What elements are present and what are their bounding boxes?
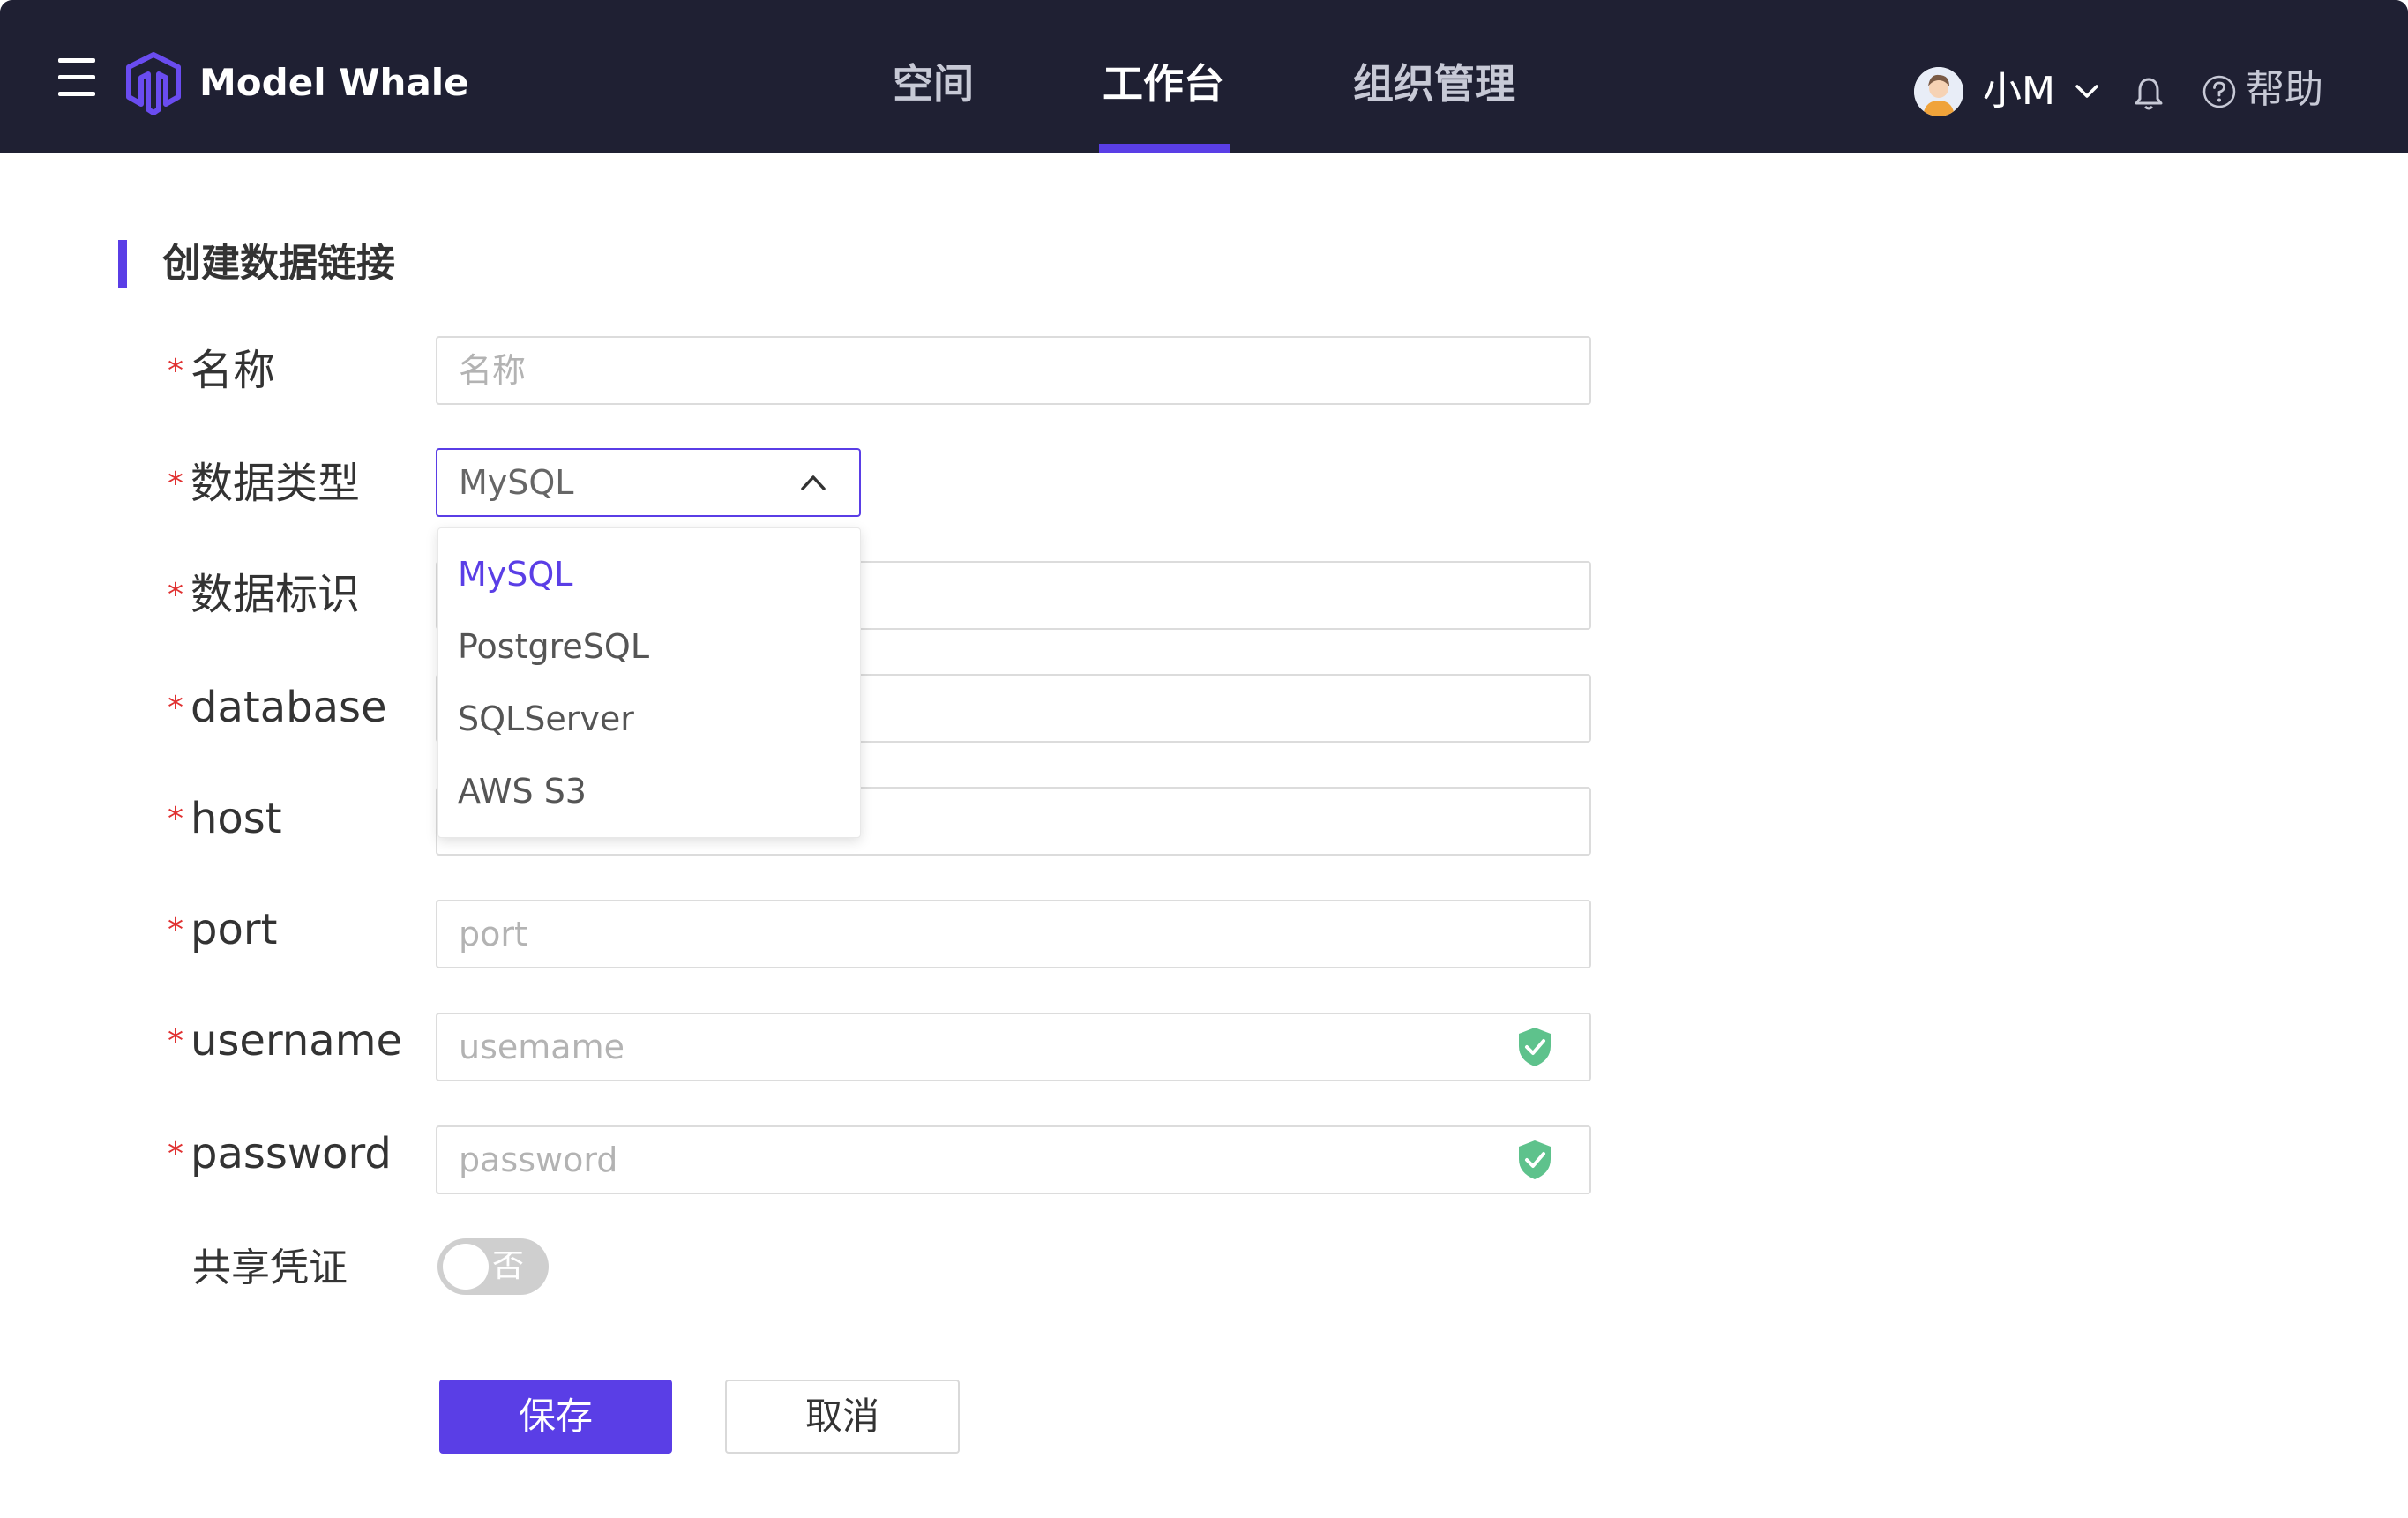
- chevron-down-icon[interactable]: [2075, 83, 2099, 101]
- chevron-up-icon[interactable]: [799, 473, 827, 492]
- page-title: 创建数据链接: [162, 241, 395, 286]
- required-mark: *: [168, 1023, 183, 1059]
- required-mark: *: [168, 690, 183, 726]
- data-identifier-label: * 数据标识: [168, 570, 361, 619]
- tab-space[interactable]: 空间: [893, 53, 974, 115]
- required-mark: *: [168, 801, 183, 837]
- port-label: * port: [168, 905, 278, 954]
- shield-check-icon: [1519, 1140, 1551, 1179]
- dropdown-option-mysql[interactable]: MySQL: [458, 548, 572, 601]
- help-link[interactable]: 帮助: [2246, 64, 2323, 116]
- required-mark: *: [168, 466, 183, 502]
- port-input[interactable]: port: [436, 900, 1591, 968]
- name-label: * 名称: [168, 346, 276, 395]
- name-input[interactable]: 名称: [436, 336, 1591, 405]
- data-type-dropdown-menu: MySQL PostgreSQL SQLServer AWS S3: [437, 527, 861, 838]
- dropdown-option-postgresql[interactable]: PostgreSQL: [458, 620, 649, 673]
- share-credentials-toggle[interactable]: 否: [437, 1238, 549, 1295]
- toggle-knob: [443, 1244, 489, 1290]
- top-navigation-bar: Model Whale 空间 工作台 组织管理 小M 帮助: [0, 0, 2408, 153]
- required-mark: *: [168, 912, 183, 948]
- dropdown-option-aws-s3[interactable]: AWS S3: [458, 765, 587, 818]
- help-icon[interactable]: [2202, 74, 2237, 109]
- username-label: * username: [168, 1016, 402, 1066]
- dropdown-option-sqlserver[interactable]: SQLServer: [458, 692, 634, 745]
- cancel-button[interactable]: 取消: [725, 1380, 960, 1454]
- title-accent-bar: [118, 240, 127, 288]
- menu-icon[interactable]: [58, 58, 95, 97]
- brand-name[interactable]: Model Whale: [199, 56, 469, 109]
- data-type-select[interactable]: MySQL: [436, 448, 861, 517]
- password-label: * password: [168, 1129, 392, 1178]
- shield-check-icon: [1519, 1028, 1551, 1066]
- required-mark: *: [168, 353, 183, 389]
- avatar[interactable]: [1914, 67, 1963, 116]
- database-label: * database: [168, 683, 387, 732]
- save-button[interactable]: 保存: [439, 1380, 672, 1454]
- required-mark: *: [168, 1136, 183, 1172]
- toggle-text: 否: [492, 1248, 525, 1284]
- user-name[interactable]: 小M: [1983, 65, 2055, 118]
- bell-icon[interactable]: [2133, 76, 2165, 111]
- tab-organization-management[interactable]: 组织管理: [1353, 53, 1515, 115]
- username-input[interactable]: usemame: [436, 1013, 1591, 1081]
- active-tab-indicator: [1099, 144, 1230, 153]
- required-mark: *: [168, 577, 183, 613]
- password-input[interactable]: password: [436, 1125, 1591, 1194]
- model-whale-logo-icon[interactable]: [123, 51, 183, 115]
- share-credentials-label: 共享凭证: [192, 1245, 348, 1290]
- host-label: * host: [168, 794, 282, 843]
- data-type-label: * 数据类型: [168, 459, 361, 508]
- tab-workbench[interactable]: 工作台: [1103, 53, 1224, 115]
